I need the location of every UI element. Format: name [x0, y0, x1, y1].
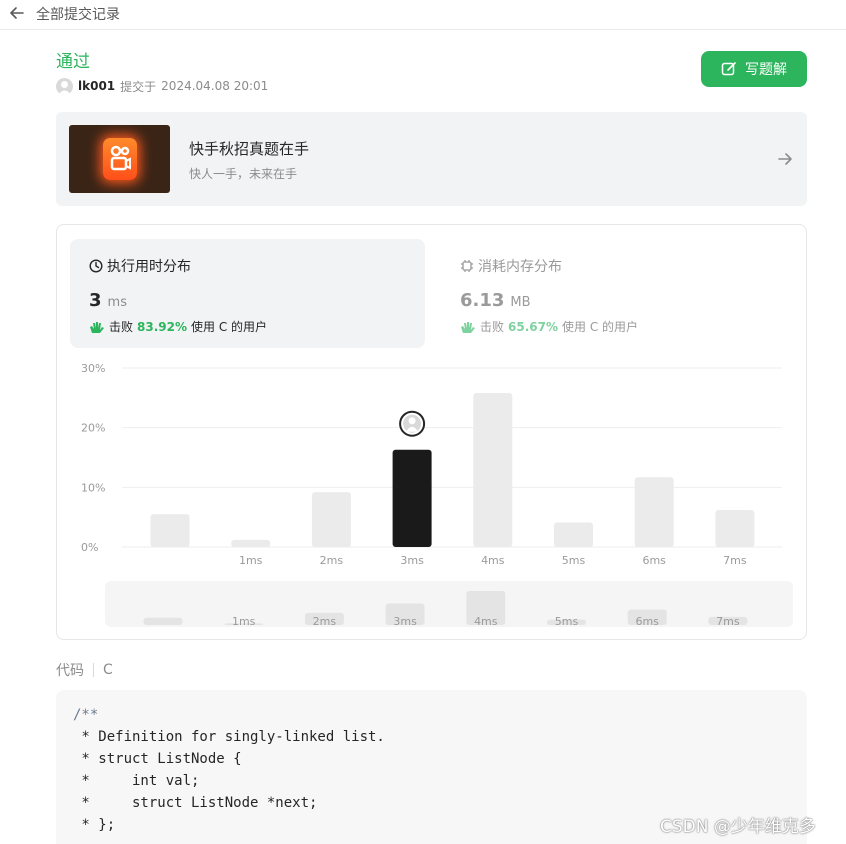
- chart-bar[interactable]: [554, 522, 593, 547]
- overview-tick-label: 6ms: [635, 615, 659, 628]
- y-tick-label: 30%: [81, 362, 105, 375]
- user-avatar-marker: [399, 410, 426, 437]
- kuaishou-logo: [103, 138, 137, 180]
- code-label: 代码: [56, 663, 84, 679]
- code-line: * struct ListNode {: [73, 751, 242, 767]
- overview-tick-label: 2ms: [313, 615, 337, 628]
- overview-scrollbar[interactable]: [105, 581, 793, 627]
- edit-icon: [721, 62, 736, 76]
- promo-banner[interactable]: 快手秋招真题在手 快人一手，未来在手: [56, 112, 807, 206]
- write-solution-button[interactable]: 写题解: [701, 51, 807, 87]
- submission-status: 通过: [56, 52, 90, 72]
- chart-bar-highlight[interactable]: [392, 449, 432, 547]
- y-tick-label: 0%: [81, 541, 98, 554]
- chart-bar[interactable]: [473, 393, 513, 547]
- x-tick-label: 3ms: [400, 554, 424, 567]
- code-line: * int val;: [73, 773, 200, 789]
- overview-tick-label: 4ms: [474, 615, 498, 628]
- chart-bar[interactable]: [150, 514, 190, 547]
- arrow-left-icon[interactable]: [8, 4, 26, 22]
- back-to-submissions-link[interactable]: 全部提交记录: [36, 4, 120, 24]
- x-tick-label: 2ms: [320, 554, 344, 567]
- code-line: /**: [73, 707, 99, 723]
- banner-title: 快手秋招真题在手: [189, 140, 310, 158]
- write-solution-label: 写题解: [745, 62, 787, 78]
- divider: [93, 663, 94, 677]
- overview-tick-label: 5ms: [555, 615, 579, 628]
- y-tick-label: 20%: [81, 422, 105, 435]
- submitted-label: 提交于: [120, 79, 157, 94]
- code-line: * Definition for singly-linked list.: [73, 729, 385, 745]
- x-tick-label: 7ms: [723, 554, 747, 567]
- chart-bar[interactable]: [311, 492, 351, 547]
- overview-tick-label: 3ms: [393, 615, 417, 628]
- user-name[interactable]: lk001: [78, 79, 115, 93]
- code-language: C: [103, 662, 113, 678]
- chart-bar[interactable]: [231, 539, 271, 547]
- banner-subtitle: 快人一手，未来在手: [189, 167, 298, 181]
- x-tick-label: 4ms: [481, 554, 505, 567]
- banner-image: [69, 125, 170, 193]
- x-tick-label: 5ms: [562, 554, 586, 567]
- code-line: * struct ListNode *next;: [73, 795, 318, 811]
- overview-bar: [143, 617, 183, 625]
- chart-bar[interactable]: [715, 510, 755, 547]
- overview-tick-label: 7ms: [716, 615, 740, 628]
- runtime-distribution-chart[interactable]: 0% 10% 20% 30% 1ms 1ms 2ms 2ms 3ms 3ms 4ms 4ms 5ms 5m…: [57, 225, 806, 639]
- x-tick-label: 6ms: [642, 554, 666, 567]
- y-tick-label: 10%: [81, 481, 105, 494]
- x-tick-label: 1ms: [239, 554, 263, 567]
- watermark: CSDN @少年维克多: [660, 817, 816, 837]
- code-header: 代码 C: [56, 660, 113, 680]
- performance-card: 执行用时分布 3 ms 击败 83.92% 使用 C 的用户 消耗内存分布 6.…: [56, 224, 807, 640]
- overview-tick-label: 1ms: [232, 615, 256, 628]
- arrow-right-icon[interactable]: [776, 150, 794, 168]
- submitter-info: lk001 提交于 2024.04.08 20:01: [56, 77, 268, 95]
- avatar[interactable]: [56, 77, 73, 95]
- chart-bar[interactable]: [634, 477, 674, 547]
- submit-time: 2024.04.08 20:01: [161, 79, 269, 93]
- top-bar: 全部提交记录: [0, 0, 846, 30]
